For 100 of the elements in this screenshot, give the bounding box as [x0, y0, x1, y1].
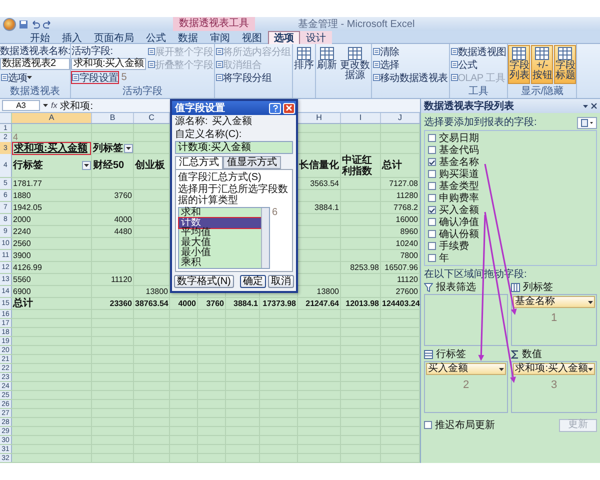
number-format-button[interactable]: 数字格式(N) — [174, 275, 234, 288]
ribbon-tab[interactable]: 数据 — [172, 31, 204, 44]
checkbox[interactable] — [428, 206, 436, 214]
ribbon-button[interactable]: 字段设置 — [71, 71, 120, 84]
ribbon-button[interactable]: 刷新 — [316, 45, 338, 84]
dialog-tab[interactable]: 汇总方式 — [175, 156, 223, 169]
field-chip[interactable]: 求和项:买入金额 — [513, 363, 595, 375]
list-item[interactable]: 平均值 — [179, 228, 261, 238]
checkbox[interactable] — [428, 170, 436, 178]
sheet-icon — [450, 48, 458, 55]
scrollbar[interactable] — [261, 208, 269, 268]
checkbox[interactable] — [428, 218, 436, 226]
sheet-cell-text: 财经50 — [92, 158, 126, 173]
sheet-icon — [450, 74, 458, 81]
layout-button[interactable] — [577, 116, 597, 128]
column-header[interactable]: A — [12, 113, 92, 123]
sheet-cell-text: 3884.1 — [314, 202, 340, 213]
sheet-cell-text: 3900 — [12, 250, 32, 261]
save-icon[interactable] — [19, 20, 28, 28]
ribbon-button[interactable]: 选择 — [372, 58, 400, 71]
checkbox[interactable] — [428, 254, 436, 262]
sheet-cell-text: 5560 — [12, 274, 32, 285]
ribbon-button[interactable]: 公式 — [450, 58, 478, 71]
ribbon-button[interactable]: 选项 — [0, 71, 34, 84]
question-mark-icon — [272, 104, 278, 112]
checkbox[interactable] — [428, 230, 436, 238]
close-icon[interactable] — [591, 103, 597, 109]
custom-name-field[interactable]: 计数项:买入金额 — [175, 141, 293, 154]
ok-button[interactable]: 确定 — [240, 275, 266, 288]
ribbon-button[interactable]: 数据透视图 — [450, 45, 508, 58]
checkbox[interactable] — [428, 134, 436, 142]
table-icon — [320, 47, 334, 60]
ribbon-tab[interactable]: 设计 — [300, 31, 332, 44]
checkbox[interactable] — [428, 158, 436, 166]
function-button[interactable]: fx — [51, 101, 58, 110]
field-name: 申购费率 — [439, 192, 479, 204]
sheet-cell-text: 1781.77 — [12, 178, 43, 189]
checkbox[interactable] — [428, 194, 436, 202]
sheet-icon — [372, 48, 380, 55]
list-item[interactable]: 最小值 — [179, 248, 261, 258]
drop-area[interactable]: 买入金额 2 — [424, 361, 508, 413]
sheet-cell-text: 2000 — [12, 214, 32, 225]
ribbon-button[interactable]: +/- 按钮 — [531, 45, 554, 84]
ribbon-tab[interactable]: 开始 — [24, 31, 56, 44]
ribbon-tab[interactable]: 公式 — [140, 31, 172, 44]
group-label: 活动字段 — [122, 86, 164, 98]
list-item[interactable]: 乘积 — [179, 258, 261, 268]
filter-button[interactable] — [124, 144, 133, 153]
office-button[interactable] — [3, 18, 16, 30]
field-name: 基金代码 — [439, 144, 479, 156]
checkbox[interactable] — [424, 421, 432, 429]
caret-icon — [126, 147, 131, 150]
ribbon-tab[interactable]: 选项 — [268, 31, 300, 44]
name-box[interactable]: A3 — [2, 100, 40, 111]
ribbon-button[interactable]: 字段列表 — [508, 45, 530, 84]
checkbox[interactable] — [428, 182, 436, 190]
panel-title: 数据透视表字段列表 — [424, 99, 515, 113]
field-name: 购买渠道 — [439, 168, 479, 180]
ribbon-button[interactable]: 字段标题 — [554, 45, 576, 84]
checkbox[interactable] — [428, 146, 436, 154]
ribbon-button[interactable]: 移动数据透视表 — [372, 71, 449, 84]
dialog-tab[interactable]: 值显示方式 — [223, 156, 281, 169]
close-icon — [286, 105, 292, 111]
sheet-icon — [148, 48, 155, 55]
list-item[interactable]: 最大值 — [179, 238, 261, 248]
window-title: 基金管理 - Microsoft Excel — [298, 18, 415, 31]
drop-area[interactable] — [424, 294, 508, 346]
sheet-cell: 列标签 — [92, 142, 124, 155]
sheet-cell-text: 6900 — [12, 286, 32, 297]
field-chip[interactable]: 买入金额 — [426, 363, 506, 375]
ribbon-button[interactable]: 将字段分组 — [214, 71, 272, 84]
ribbon-button[interactable]: 清除 — [372, 45, 400, 58]
ribbon-button[interactable]: 排序 — [292, 45, 315, 84]
ribbon-tab[interactable]: 插入 — [56, 31, 88, 44]
close-button[interactable] — [283, 102, 295, 114]
caret-icon — [84, 164, 89, 167]
redo-icon[interactable] — [43, 20, 52, 28]
ribbon-button[interactable]: 更改数据源 — [338, 45, 371, 84]
drop-area[interactable]: 基金名称 1 — [511, 294, 597, 346]
checkbox[interactable] — [428, 242, 436, 250]
filter-button[interactable] — [82, 161, 91, 170]
field-chip[interactable]: 基金名称 — [513, 296, 595, 308]
sheet-cell-text: 12013.98 — [344, 298, 380, 309]
drop-area[interactable]: 求和项:买入金额 3 — [511, 361, 597, 413]
field-name: 交易日期 — [439, 132, 479, 144]
sheet-cell-text: 13800 — [316, 286, 340, 297]
list-item[interactable]: 求和 — [179, 208, 261, 218]
ribbon-field[interactable]: 求和项:买入金额 — [71, 58, 146, 70]
sheet-cell-text: 17373.98 — [262, 298, 297, 309]
ribbon-field[interactable]: 数据透视表2 — [0, 58, 70, 70]
help-button[interactable] — [269, 102, 281, 114]
cancel-button[interactable]: 取消 — [268, 275, 294, 288]
ribbon-tab[interactable]: 页面布局 — [88, 31, 140, 44]
undo-icon[interactable] — [31, 20, 40, 28]
sheet-cell-text: 创业板 — [134, 158, 166, 173]
ribbon-tab[interactable]: 视图 — [236, 31, 268, 44]
sum-icon — [511, 350, 520, 359]
annotation-number: 1 — [551, 312, 558, 324]
ribbon-tab[interactable]: 审阅 — [204, 31, 236, 44]
sheet-cell-text: 8960 — [399, 226, 419, 237]
